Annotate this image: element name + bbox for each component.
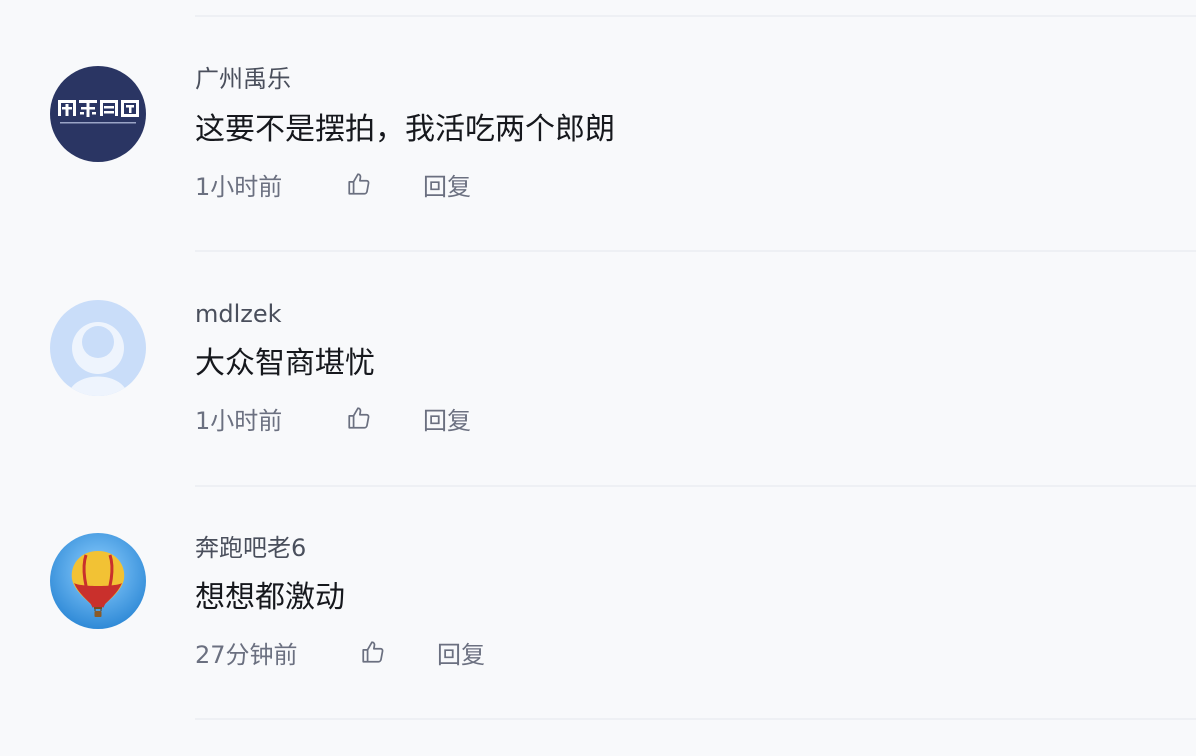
like-button[interactable] (359, 638, 387, 666)
comment-content: 想想都激动 (195, 580, 345, 615)
comment-content: 大众智商堪忧 (195, 346, 375, 381)
divider (195, 718, 1196, 720)
like-button[interactable] (345, 404, 373, 432)
comment-meta: 27分钟前 回复 (195, 635, 485, 670)
comment-meta: 1小时前 回复 (195, 401, 471, 436)
thumbs-up-icon (348, 407, 370, 429)
comment-item: 奔跑吧老6 想想都激动 27分钟前 回复 (0, 0, 1196, 669)
thumbs-up-icon (362, 641, 384, 663)
reply-button[interactable]: 回复 (423, 401, 471, 436)
hot-air-balloon-icon (50, 533, 146, 629)
avatar[interactable] (50, 300, 146, 396)
comment-username[interactable]: mdlzek (195, 299, 282, 329)
comment-username[interactable]: 奔跑吧老6 (195, 533, 306, 563)
avatar[interactable] (50, 533, 146, 629)
default-user-icon (50, 300, 146, 396)
comment-time: 1小时前 (195, 406, 283, 435)
divider (195, 250, 1196, 252)
comment-time: 27分钟前 (195, 640, 298, 669)
reply-button[interactable]: 回复 (437, 635, 485, 670)
divider (195, 485, 1196, 487)
